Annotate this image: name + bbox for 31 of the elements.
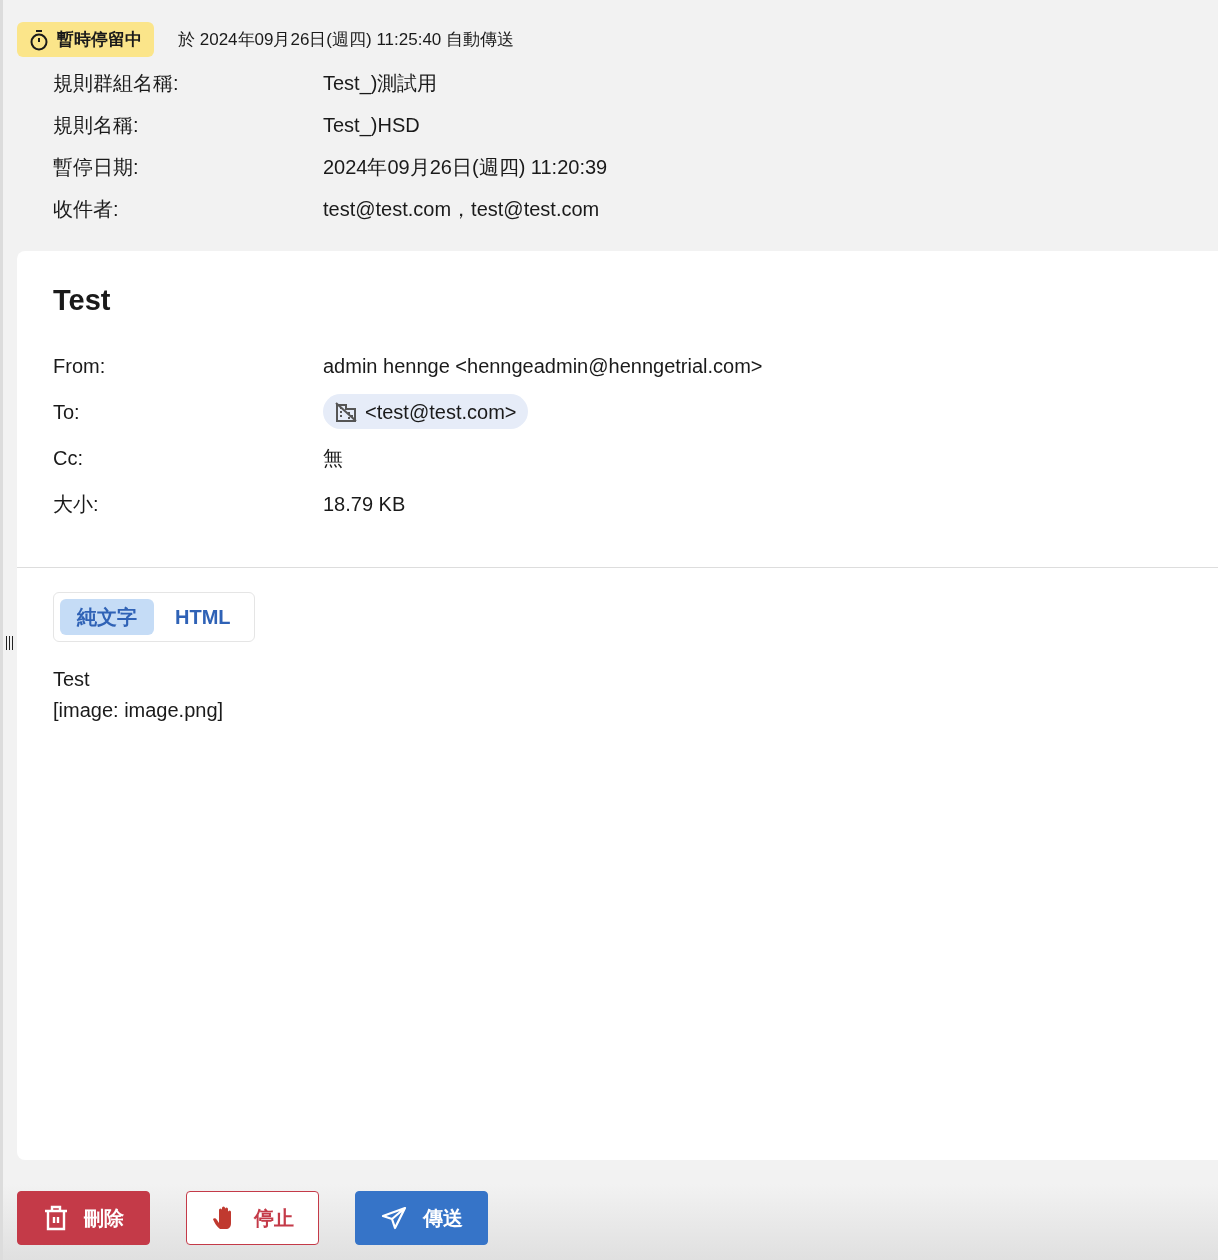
recipient-chip[interactable]: <test@test.com> — [323, 394, 529, 429]
header-label: From: — [53, 353, 107, 379]
field-value: test@test.com，test@test.com — [323, 197, 600, 222]
body-text: Test — [53, 666, 91, 692]
stop-button[interactable]: 停止 — [186, 1191, 319, 1245]
send-button[interactable]: 傳送 — [355, 1191, 488, 1245]
building-slash-icon — [335, 401, 357, 422]
header-value: 無 — [323, 445, 343, 471]
view-tab[interactable]: 純文字 — [60, 598, 154, 635]
field-value: Test_)HSD — [323, 113, 420, 139]
delete-button[interactable]: 刪除 — [17, 1191, 150, 1245]
trash-icon — [43, 1205, 68, 1231]
field-value: Test_)測試用 — [323, 71, 438, 97]
stopwatch-icon — [29, 28, 49, 51]
resize-handle-icon[interactable] — [5, 635, 15, 651]
view-tab[interactable]: HTML — [158, 598, 248, 635]
field-label: 暫停日期: — [53, 155, 140, 180]
header-label: Cc: — [53, 445, 84, 471]
send-icon — [380, 1206, 407, 1230]
auto-send-note: 於 2024年09月26日(週四) 11:25:40 自動傳送 — [178, 28, 515, 51]
field-value: 2024年09月26日(週四) 11:20:39 — [323, 155, 608, 180]
field-label: 規則名稱: — [53, 113, 140, 138]
header-label: To: — [53, 399, 81, 425]
header-label: 大小: — [53, 491, 100, 517]
body-text: [image: image.png] — [53, 697, 225, 723]
field-label: 規則群組名稱: — [53, 71, 180, 96]
header-value: admin hennge <henngeadmin@henngetrial.com> — [323, 353, 763, 379]
field-label: 收件者: — [53, 197, 120, 222]
status-badge: 暫時停留中 — [17, 22, 154, 57]
header-value: 18.79 KB — [323, 491, 406, 517]
message-subject: Test — [53, 283, 112, 318]
